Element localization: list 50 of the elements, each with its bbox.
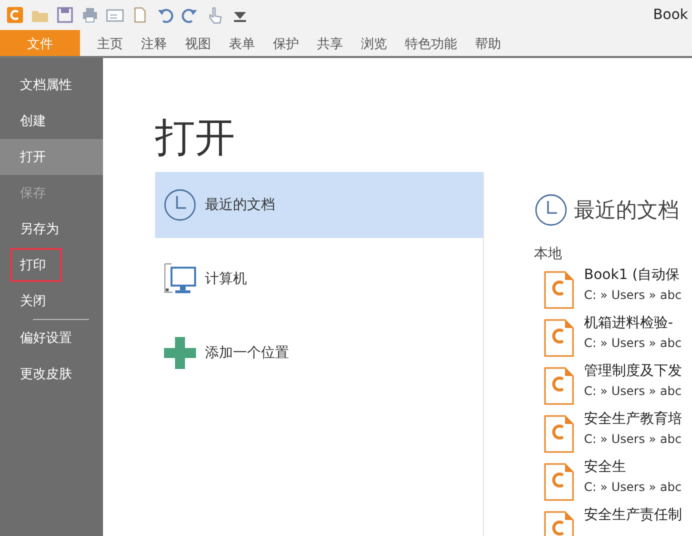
app-logo-icon (6, 6, 24, 24)
ribbon-tab[interactable]: 特色功能 (396, 30, 466, 56)
redo-icon[interactable] (181, 6, 199, 24)
sidebar-item[interactable]: 关闭 (0, 283, 103, 319)
plus-icon (163, 336, 197, 370)
clock-icon (534, 193, 568, 227)
ribbon-tab[interactable]: 表单 (220, 30, 264, 56)
save-icon[interactable] (56, 6, 74, 24)
pdf-file-icon (544, 415, 574, 453)
sidebar-item[interactable]: 打印 (0, 247, 103, 283)
file-path: C: » Users » abc (584, 336, 682, 350)
computer-icon (163, 262, 197, 296)
print-icon[interactable] (81, 6, 99, 24)
pdf-file-icon (544, 463, 574, 501)
place-item[interactable]: 最近的文档 (155, 172, 483, 238)
file-name[interactable]: 机箱进料检验- (584, 314, 682, 332)
sidebar-item[interactable]: 偏好设置 (0, 320, 103, 356)
undo-icon[interactable] (156, 6, 174, 24)
file-path: C: » Users » abc (584, 384, 682, 398)
pdf-file-icon (544, 271, 574, 309)
sidebar-item[interactable]: 另存为 (0, 211, 103, 247)
sidebar-item[interactable]: 更改皮肤 (0, 356, 103, 392)
file-name[interactable]: Book1 (自动保 (584, 266, 682, 284)
sidebar-item[interactable]: 创建 (0, 103, 103, 139)
place-item[interactable]: 添加一个位置 (155, 320, 483, 386)
file-path: C: » Users » abc (584, 288, 682, 302)
ribbon-tab[interactable]: 共享 (308, 30, 352, 56)
window-title: Book (653, 7, 688, 23)
file-name[interactable]: 安全生产责任制 (584, 506, 682, 524)
file-name[interactable]: 管理制度及下发 (584, 362, 682, 380)
ribbon-tab[interactable]: 帮助 (466, 30, 510, 56)
highlight-frame: 打印 (10, 248, 62, 282)
section-heading: 最近的文档 (574, 197, 679, 224)
place-item[interactable]: 计算机 (155, 246, 483, 312)
page-title: 打开 (155, 114, 236, 163)
file-path: C: » Users » abc (584, 432, 682, 446)
ribbon-tab[interactable]: 主页 (88, 30, 132, 56)
ribbon-tab[interactable]: 视图 (176, 30, 220, 56)
ribbon-tab[interactable]: 注释 (132, 30, 176, 56)
pdf-file-icon (544, 367, 574, 405)
ribbon-tab[interactable]: 保护 (264, 30, 308, 56)
sidebar-item[interactable]: 打开 (0, 139, 103, 175)
clock-icon (163, 188, 197, 222)
ribbon-tab[interactable]: 浏览 (352, 30, 396, 56)
sidebar-item[interactable]: 文档属性 (0, 67, 103, 103)
group-label: 本地 (534, 245, 563, 263)
file-name[interactable]: 安全生 (584, 458, 682, 476)
file-path: C: » Users » abc (584, 480, 682, 494)
file-name[interactable]: 安全生产教育培 (584, 410, 682, 428)
pdf-file-icon (544, 319, 574, 357)
